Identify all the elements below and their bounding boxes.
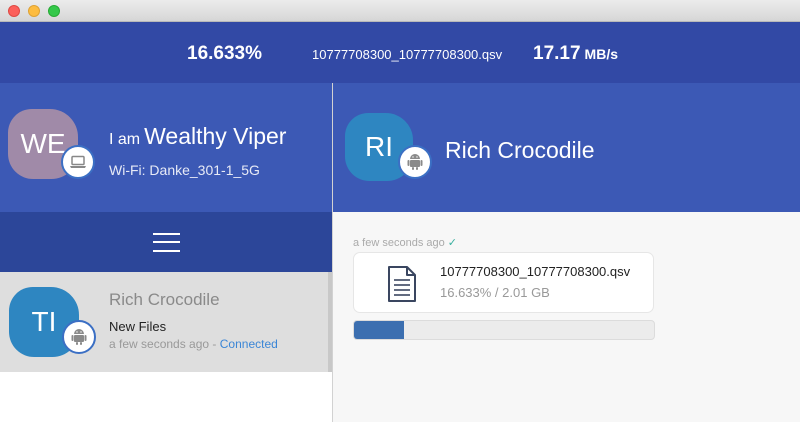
- laptop-icon: [61, 145, 95, 179]
- device-last-seen: a few seconds ago: [109, 337, 210, 351]
- document-icon: [388, 266, 416, 302]
- checkmark-icon: ✓: [447, 237, 457, 249]
- transfer-speed-value: 17.17: [533, 43, 581, 64]
- transfer-speed-unit: MB/s: [584, 46, 618, 62]
- my-profile-panel: WE I am Wealthy Viper Wi-Fi: Danke_301-1_…: [0, 83, 332, 212]
- android-icon: [398, 145, 432, 179]
- wifi-network: Wi-Fi: Danke_301-1_5G: [109, 162, 260, 178]
- message-time: a few seconds ago: [353, 237, 445, 249]
- message-timestamp: a few seconds ago ✓: [353, 236, 457, 249]
- hamburger-menu-icon[interactable]: [152, 232, 180, 252]
- transfer-conversation: a few seconds ago ✓ 10777708300_107777083…: [333, 212, 800, 422]
- maximize-window-button[interactable]: [48, 5, 60, 17]
- menu-bar: [0, 212, 332, 272]
- android-icon: [62, 320, 96, 354]
- device-status-line: a few seconds ago - Connected: [109, 337, 278, 351]
- device-last-message: New Files: [109, 319, 167, 334]
- sidebar: WE I am Wealthy Viper Wi-Fi: Danke_301-1_…: [0, 83, 332, 422]
- my-identity: I am Wealthy Viper: [109, 123, 286, 150]
- peer-name: Rich Crocodile: [445, 137, 595, 163]
- transfer-speed: 17.17 MB/s: [533, 43, 618, 65]
- device-name: Rich Crocodile: [109, 290, 220, 309]
- close-window-button[interactable]: [8, 5, 20, 17]
- device-connection-status: Connected: [219, 337, 278, 351]
- device-list-item[interactable]: TI Rich Crocodile New Files a few second…: [0, 272, 332, 372]
- my-identity-prefix: I am: [109, 131, 141, 148]
- file-progress-text: 16.633% / 2.01 GB: [440, 285, 550, 300]
- transfer-progress-bar: [353, 320, 655, 340]
- minimize-window-button[interactable]: [28, 5, 40, 17]
- my-device-name: Wealthy Viper: [144, 123, 287, 149]
- device-status-separator: -: [209, 337, 220, 351]
- window-titlebar: [0, 0, 800, 22]
- file-transfer-card[interactable]: 10777708300_10777708300.qsv 16.633% / 2.…: [353, 252, 654, 313]
- transfer-status-bar: 16.633% 10777708300_10777708300.qsv 17.1…: [0, 22, 800, 83]
- transfer-progress-fill: [354, 321, 404, 339]
- peer-header: RI Rich Crocodile: [333, 83, 800, 212]
- transfer-file-name: 10777708300_10777708300.qsv: [312, 47, 503, 62]
- transfer-percent: 16.633%: [187, 43, 263, 64]
- file-name: 10777708300_10777708300.qsv: [440, 264, 631, 279]
